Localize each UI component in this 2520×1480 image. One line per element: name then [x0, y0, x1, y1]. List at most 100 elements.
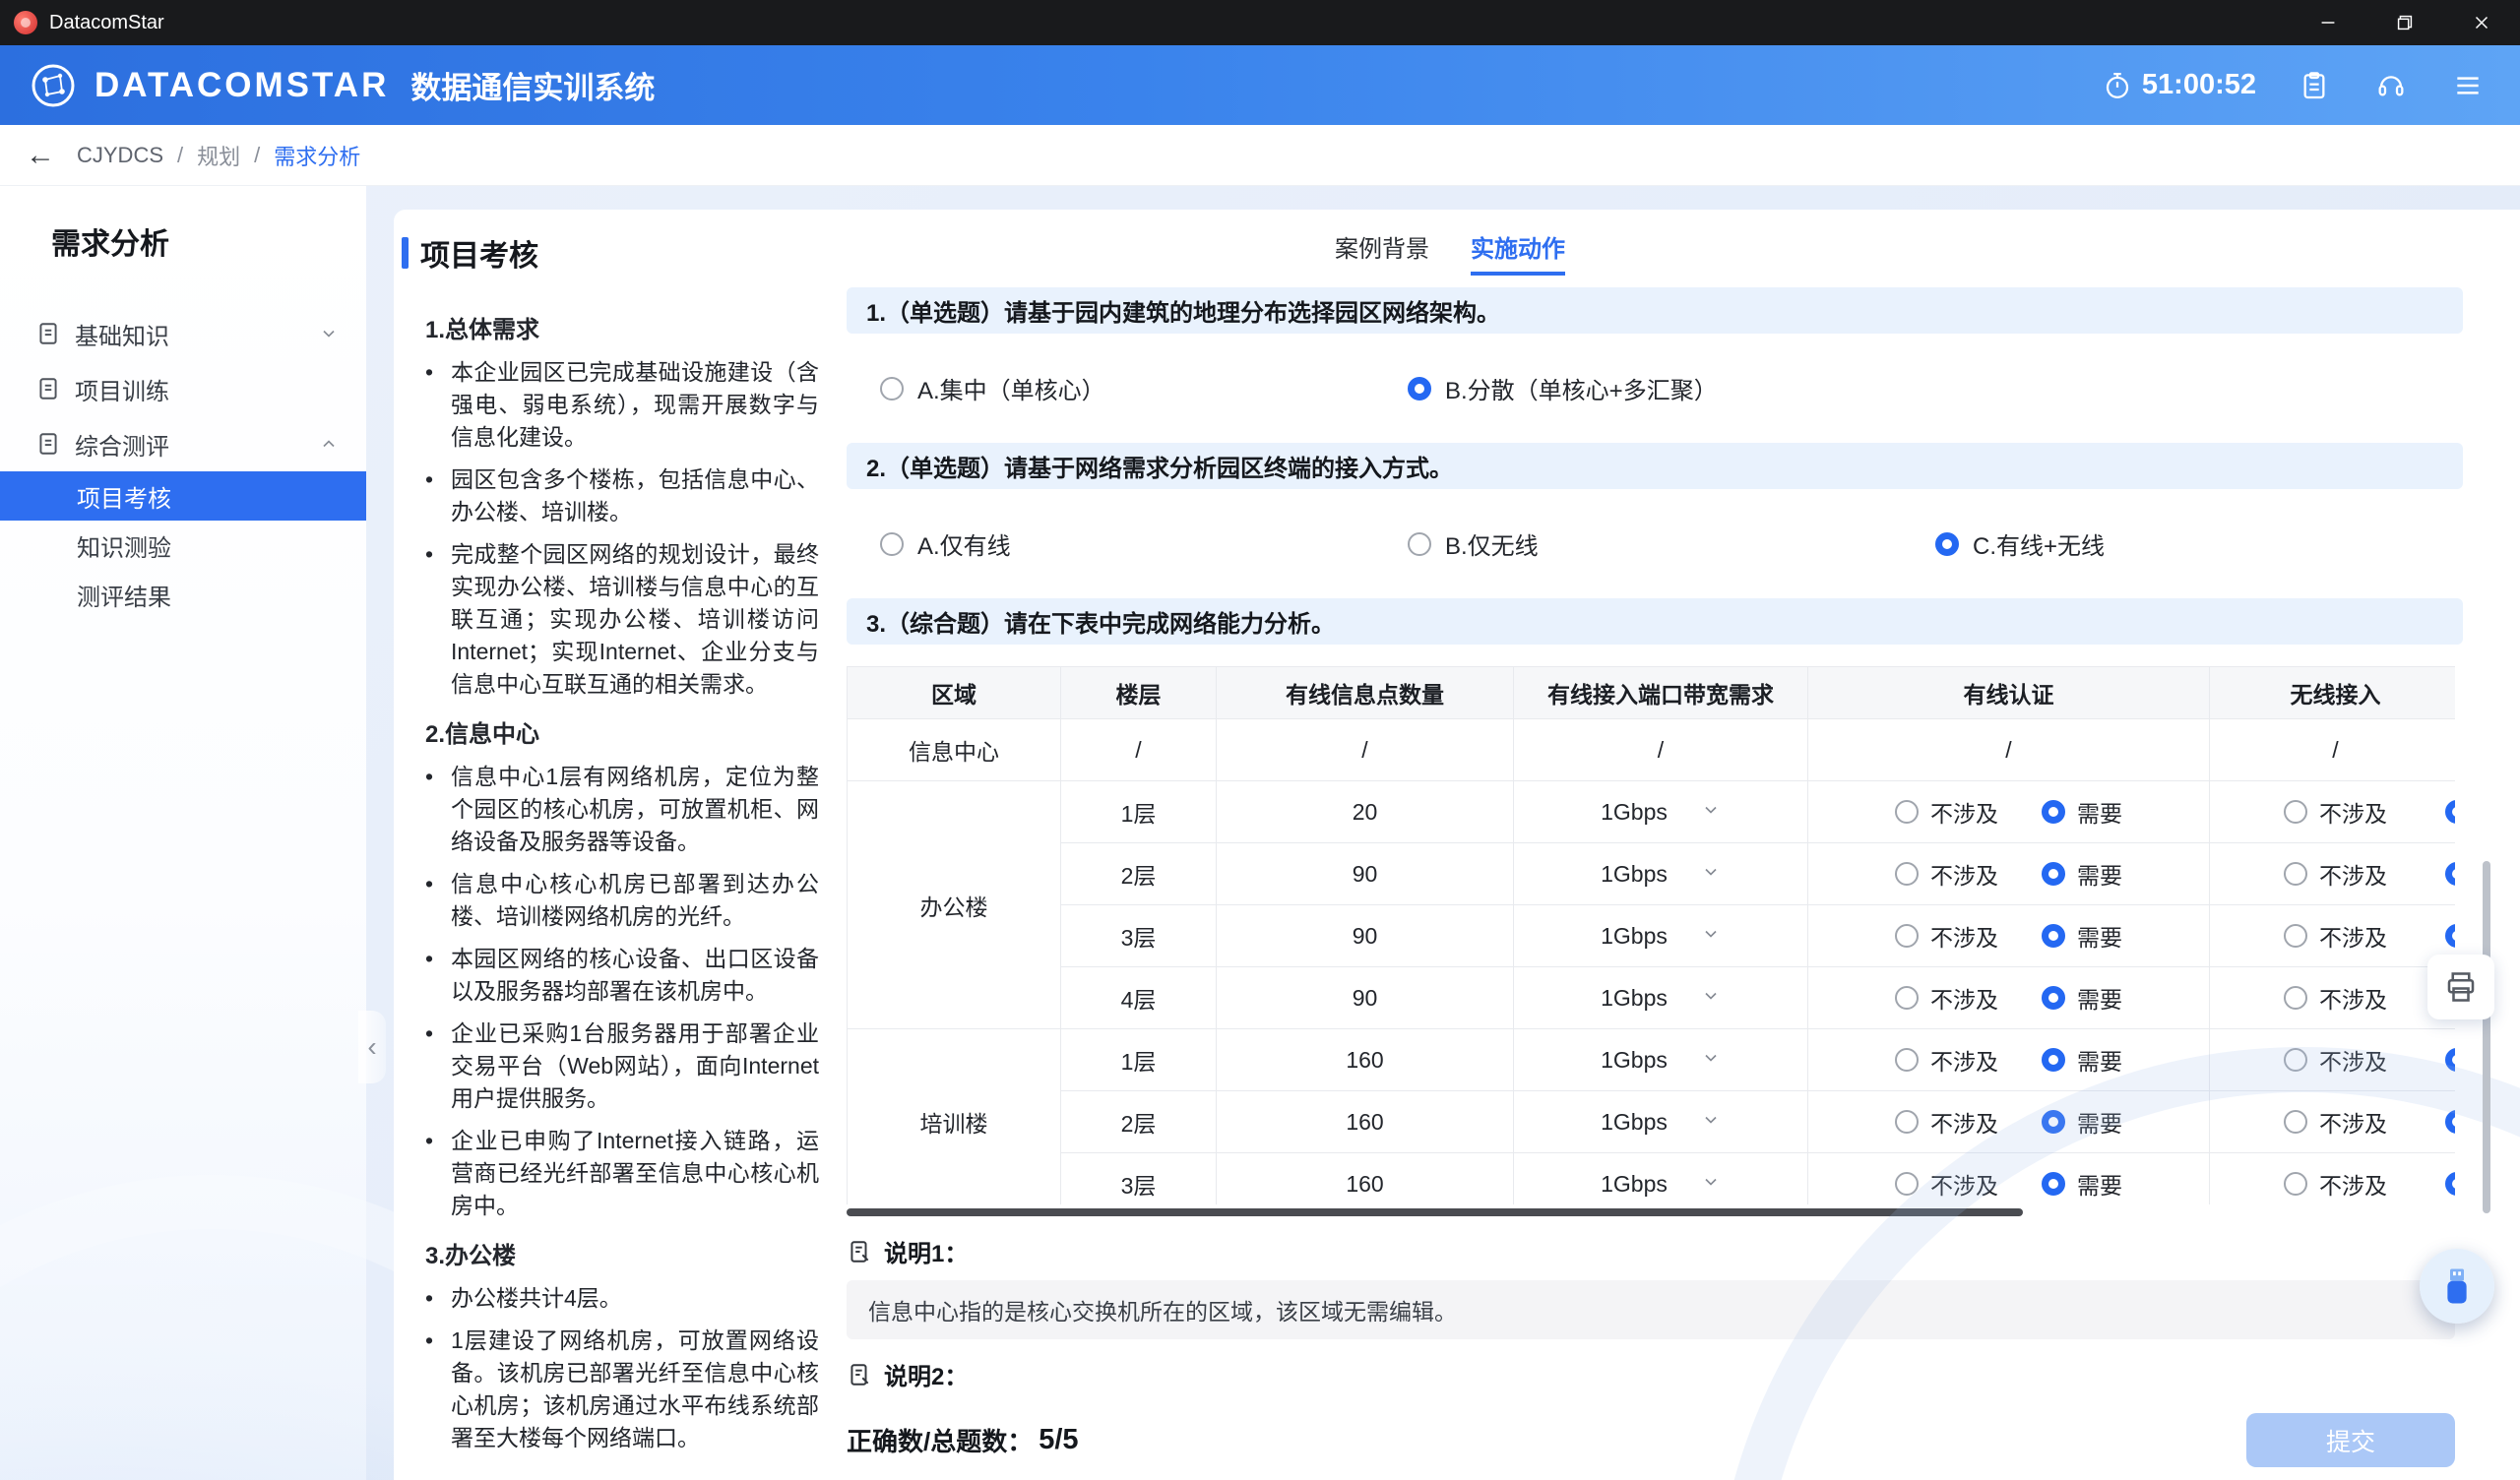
bandwidth-select[interactable]: 1Gbps — [1514, 1171, 1807, 1198]
minimize-button[interactable] — [2290, 0, 2366, 45]
close-icon — [2471, 12, 2492, 33]
radio-selected-icon[interactable] — [2042, 1110, 2065, 1134]
radio-unselected-icon[interactable] — [2284, 924, 2307, 948]
radio-unselected-icon[interactable] — [1895, 986, 1919, 1010]
wireless-option[interactable]: 不涉及 — [2284, 1043, 2387, 1077]
support-button[interactable] — [2372, 67, 2410, 104]
sidebar-item-comprehensive-evaluation[interactable]: 综合测评 — [0, 416, 366, 471]
answer-option[interactable]: A.仅有线 — [880, 526, 1408, 561]
sidebar-collapse-handle[interactable]: ‹ — [358, 1011, 386, 1083]
horizontal-scrollbar-thumb[interactable] — [847, 1208, 2023, 1216]
sidebar-item-project-training[interactable]: 项目训练 — [0, 361, 366, 416]
vertical-scrollbar-thumb[interactable] — [2483, 861, 2490, 1213]
radio-selected-icon[interactable] — [2445, 1110, 2455, 1134]
usb-device-button[interactable] — [2420, 1249, 2494, 1324]
auth-option[interactable]: 需要 — [2042, 981, 2122, 1015]
breadcrumb-root[interactable]: CJYDCS — [77, 143, 163, 168]
sidebar-subitem-evaluation-results[interactable]: 测评结果 — [0, 570, 366, 619]
sidebar-item-basic-knowledge[interactable]: 基础知识 — [0, 306, 366, 361]
radio-selected-icon[interactable] — [2445, 800, 2455, 824]
tab-case-background[interactable]: 案例背景 — [1335, 229, 1429, 276]
sidebar-subitem-project-assessment[interactable]: 项目考核 — [0, 471, 366, 521]
radio-selected-icon[interactable] — [2042, 862, 2065, 886]
wireless-option[interactable]: 不涉及 — [2284, 919, 2387, 953]
bandwidth-cell: 1Gbps — [1514, 1029, 1808, 1091]
radio-selected-icon[interactable] — [2042, 986, 2065, 1010]
bandwidth-select[interactable]: 1Gbps — [1514, 799, 1807, 826]
restore-button[interactable] — [2366, 0, 2443, 45]
auth-option[interactable]: 不涉及 — [1895, 1043, 1998, 1077]
auth-option[interactable]: 需要 — [2042, 1043, 2122, 1077]
auth-option[interactable]: 需要 — [2042, 1167, 2122, 1201]
radio-unselected-icon[interactable] — [1895, 862, 1919, 886]
auth-option[interactable]: 不涉及 — [1895, 1167, 1998, 1201]
auth-option[interactable]: 不涉及 — [1895, 857, 1998, 891]
radio-unselected-icon[interactable] — [880, 377, 904, 401]
radio-selected-icon[interactable] — [2445, 1048, 2455, 1072]
radio-unselected-icon[interactable] — [1895, 1110, 1919, 1134]
wireless-option[interactable]: 不涉及 — [2284, 981, 2387, 1015]
bandwidth-select[interactable]: 1Gbps — [1514, 1047, 1807, 1074]
report-button[interactable] — [2296, 67, 2333, 104]
radio-selected-icon[interactable] — [1935, 532, 1959, 556]
bandwidth-value: 1Gbps — [1601, 1171, 1668, 1198]
bandwidth-select[interactable]: 1Gbps — [1514, 985, 1807, 1012]
question-panel: 案例背景 实施动作 1.（单选题）请基于园内建筑的地理分布选择园区网络架构。 A… — [831, 210, 2520, 1480]
radio-unselected-icon[interactable] — [2284, 1172, 2307, 1196]
radio-selected-icon[interactable] — [2042, 800, 2065, 824]
radio-unselected-icon[interactable] — [2284, 862, 2307, 886]
answer-option[interactable]: C.有线+无线 — [1935, 526, 2463, 561]
breadcrumb-section[interactable]: 规划 — [197, 140, 240, 171]
sidebar-subitem-label: 知识测验 — [77, 528, 171, 563]
auth-option[interactable]: 不涉及 — [1895, 1105, 1998, 1139]
radio-selected-icon[interactable] — [1408, 377, 1431, 401]
radio-unselected-icon[interactable] — [1895, 1172, 1919, 1196]
radio-unselected-icon[interactable] — [1895, 800, 1919, 824]
radio-selected-icon[interactable] — [2445, 924, 2455, 948]
points-cell: 90 — [1217, 967, 1514, 1029]
auth-option[interactable]: 需要 — [2042, 1105, 2122, 1139]
auth-option[interactable]: 需要 — [2042, 857, 2122, 891]
radio-selected-icon[interactable] — [2042, 1172, 2065, 1196]
bandwidth-select[interactable]: 1Gbps — [1514, 923, 1807, 950]
body: 需求分析 基础知识 项目训练 综合测评 项目考核 知识测验 — [0, 186, 2520, 1480]
restore-icon — [2394, 12, 2416, 33]
auth-option[interactable]: 不涉及 — [1895, 981, 1998, 1015]
sidebar-subitem-knowledge-quiz[interactable]: 知识测验 — [0, 521, 366, 570]
headset-icon — [2375, 70, 2407, 101]
radio-selected-icon[interactable] — [2042, 1048, 2065, 1072]
wireless-option[interactable]: 不涉及 — [2284, 857, 2387, 891]
bandwidth-select[interactable]: 1Gbps — [1514, 861, 1807, 888]
app-header: DATACOMSTAR 数据通信实训系统 51:00:52 — [0, 45, 2520, 125]
wireless-option[interactable]: 不涉及 — [2284, 795, 2387, 829]
bandwidth-select[interactable]: 1Gbps — [1514, 1109, 1807, 1136]
radio-unselected-icon[interactable] — [2284, 800, 2307, 824]
auth-option[interactable]: 需要 — [2042, 919, 2122, 953]
radio-unselected-icon[interactable] — [2284, 1048, 2307, 1072]
radio-unselected-icon[interactable] — [2284, 1110, 2307, 1134]
menu-button[interactable] — [2449, 67, 2487, 104]
radio-selected-icon[interactable] — [2445, 1172, 2455, 1196]
radio-unselected-icon[interactable] — [2284, 986, 2307, 1010]
back-button[interactable]: ← — [26, 139, 55, 172]
wireless-option[interactable]: 不涉及 — [2284, 1105, 2387, 1139]
radio-unselected-icon[interactable] — [1895, 1048, 1919, 1072]
auth-option[interactable]: 需要 — [2042, 795, 2122, 829]
answer-option[interactable]: B.分散（单核心+多汇聚） — [1408, 371, 1935, 405]
screenshot-tool-button[interactable] — [2427, 955, 2494, 1019]
radio-selected-icon[interactable] — [2445, 862, 2455, 886]
radio-unselected-icon[interactable] — [1895, 924, 1919, 948]
chevron-down-icon — [1701, 1047, 1721, 1074]
auth-option[interactable]: 不涉及 — [1895, 919, 1998, 953]
close-button[interactable] — [2443, 0, 2520, 45]
auth-option[interactable]: 不涉及 — [1895, 795, 1998, 829]
wireless-option[interactable]: 不涉及 — [2284, 1167, 2387, 1201]
doc-icon — [35, 321, 61, 346]
answer-option[interactable]: B.仅无线 — [1408, 526, 1935, 561]
submit-button[interactable]: 提交 — [2246, 1413, 2455, 1467]
answer-option[interactable]: A.集中（单核心） — [880, 371, 1408, 405]
radio-selected-icon[interactable] — [2042, 924, 2065, 948]
tab-implementation-action[interactable]: 实施动作 — [1471, 229, 1565, 276]
radio-unselected-icon[interactable] — [1408, 532, 1431, 556]
radio-unselected-icon[interactable] — [880, 532, 904, 556]
